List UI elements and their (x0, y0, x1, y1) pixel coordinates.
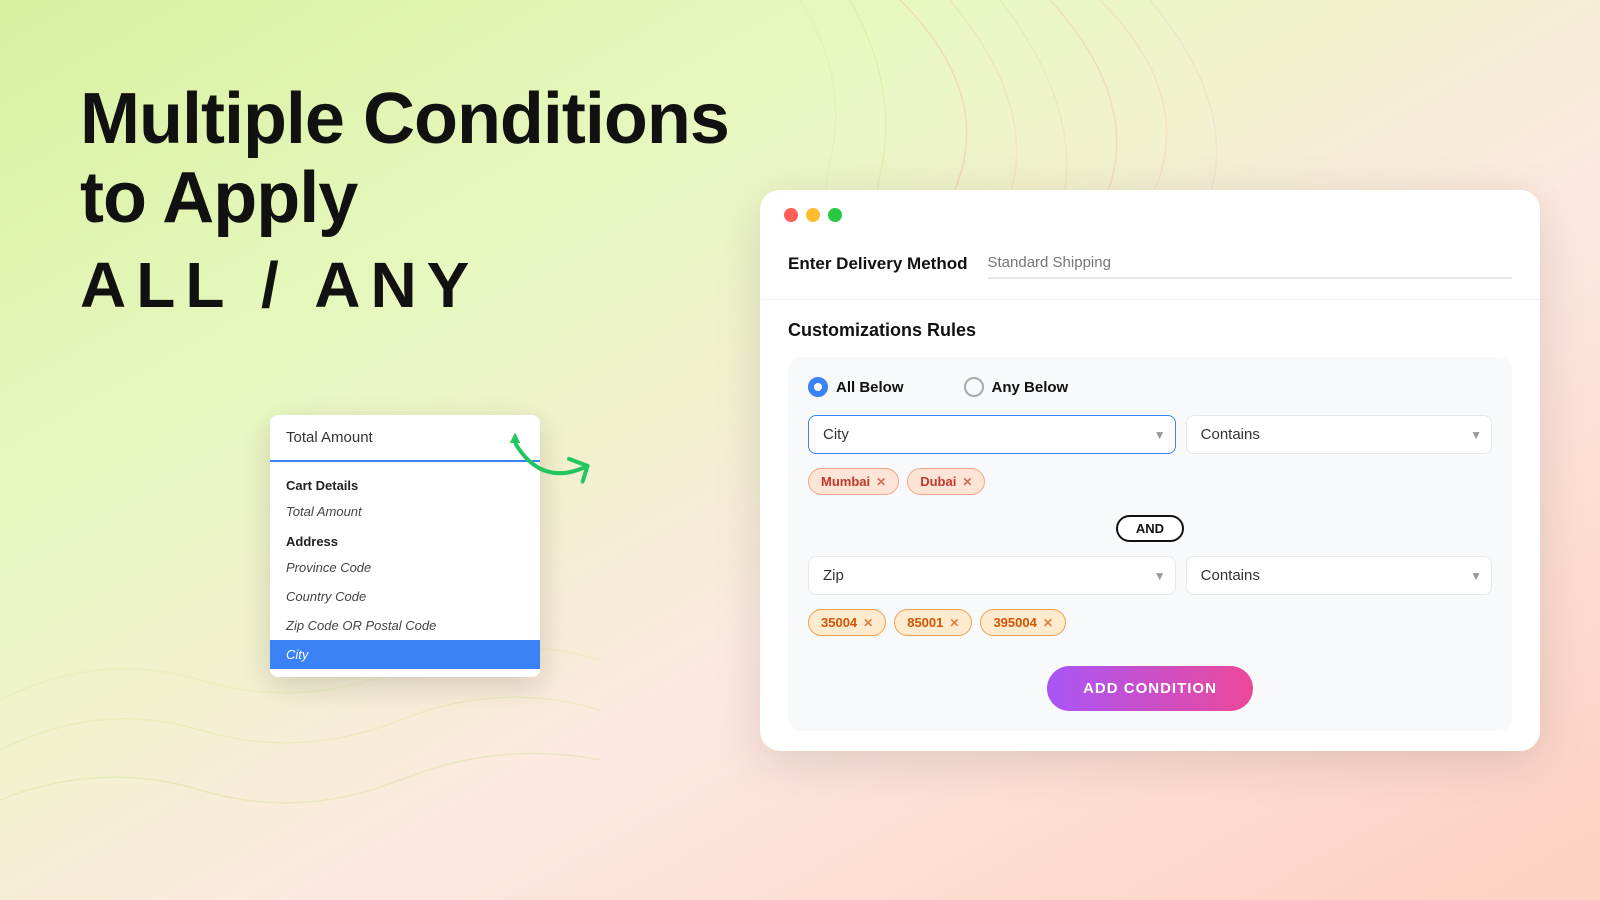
delivery-method-row: Enter Delivery Method (760, 232, 1540, 300)
zip-operator-wrapper: Contains Does not contain Equals ▼ (1186, 556, 1492, 595)
tag-mumbai-close-icon[interactable]: ✕ (876, 475, 886, 489)
rules-container: All Below Any Below City Total Amount Pr… (788, 357, 1512, 731)
heading-line3: ALL / ANY (80, 248, 729, 322)
condition-row-2: Zip City Total Amount Province Code Coun… (808, 556, 1492, 595)
dropdown-item-zip[interactable]: Zip Code OR Postal Code (270, 611, 540, 640)
tag-35004: 35004 ✕ (808, 609, 886, 636)
tag-395004: 395004 ✕ (980, 609, 1065, 636)
toggle-row: All Below Any Below (808, 377, 1492, 397)
window-close-btn[interactable] (784, 208, 798, 222)
radio-any-below[interactable] (964, 377, 984, 397)
city-operator-select[interactable]: Contains Does not contain Equals (1186, 415, 1492, 454)
city-field-wrapper: City Total Amount Province Code Country … (808, 415, 1176, 454)
tag-85001: 85001 ✕ (894, 609, 972, 636)
delivery-method-input[interactable] (988, 248, 1513, 279)
zip-operator-select[interactable]: Contains Does not contain Equals (1186, 556, 1492, 595)
dropdown-item-country[interactable]: Country Code (270, 582, 540, 611)
rules-section: Customizations Rules All Below Any Below… (760, 300, 1540, 751)
toggle-all-label: All Below (836, 379, 904, 396)
zip-field-select[interactable]: Zip City Total Amount Province Code Coun… (808, 556, 1176, 595)
dropdown-section-address: Address (270, 526, 540, 553)
tag-35004-label: 35004 (821, 615, 857, 630)
toggle-any-below[interactable]: Any Below (964, 377, 1069, 397)
dropdown-trigger-label: Total Amount (286, 429, 373, 446)
radio-all-below[interactable] (808, 377, 828, 397)
dropdown-item-city[interactable]: City (270, 640, 540, 669)
toggle-any-label: Any Below (992, 379, 1069, 396)
field-dropdown: Total Amount ▲ Cart Details Total Amount… (270, 415, 540, 677)
zip-field-wrapper: Zip City Total Amount Province Code Coun… (808, 556, 1176, 595)
city-operator-wrapper: Contains Does not contain Equals ▼ (1186, 415, 1492, 454)
dropdown-item-total-amount[interactable]: Total Amount (270, 497, 540, 526)
tag-395004-close-icon[interactable]: ✕ (1043, 616, 1053, 630)
dropdown-trigger[interactable]: Total Amount ▲ (270, 415, 540, 462)
toggle-all-below[interactable]: All Below (808, 377, 904, 397)
tag-dubai-label: Dubai (920, 474, 956, 489)
add-condition-button[interactable]: ADD CONDITION (1047, 666, 1253, 711)
window-controls (760, 190, 1540, 232)
and-badge: AND (1116, 515, 1184, 542)
and-badge-row: AND (808, 515, 1492, 542)
heading-line1: Multiple Conditions (80, 80, 729, 159)
dropdown-section-cart: Cart Details (270, 470, 540, 497)
dropdown-body: Cart Details Total Amount Address Provin… (270, 462, 540, 677)
tag-dubai: Dubai ✕ (907, 468, 985, 495)
city-tags-row: Mumbai ✕ Dubai ✕ (808, 464, 1492, 507)
tag-dubai-close-icon[interactable]: ✕ (962, 475, 972, 489)
tag-85001-label: 85001 (907, 615, 943, 630)
left-heading: Multiple Conditions to Apply ALL / ANY (80, 80, 729, 322)
window-minimize-btn[interactable] (806, 208, 820, 222)
tag-mumbai-label: Mumbai (821, 474, 870, 489)
add-condition-row: ADD CONDITION (808, 666, 1492, 711)
heading-line2: to Apply (80, 159, 729, 238)
tag-85001-close-icon[interactable]: ✕ (949, 616, 959, 630)
zip-tags-row: 35004 ✕ 85001 ✕ 395004 ✕ (808, 605, 1492, 648)
condition-row-1: City Total Amount Province Code Country … (808, 415, 1492, 454)
dropdown-item-province[interactable]: Province Code (270, 553, 540, 582)
tag-395004-label: 395004 (993, 615, 1036, 630)
rules-title: Customizations Rules (788, 320, 1512, 341)
main-card: Enter Delivery Method Customizations Rul… (760, 190, 1540, 751)
window-maximize-btn[interactable] (828, 208, 842, 222)
city-field-select[interactable]: City Total Amount Province Code Country … (808, 415, 1176, 454)
tag-mumbai: Mumbai ✕ (808, 468, 899, 495)
tag-35004-close-icon[interactable]: ✕ (863, 616, 873, 630)
delivery-method-label: Enter Delivery Method (788, 254, 968, 274)
